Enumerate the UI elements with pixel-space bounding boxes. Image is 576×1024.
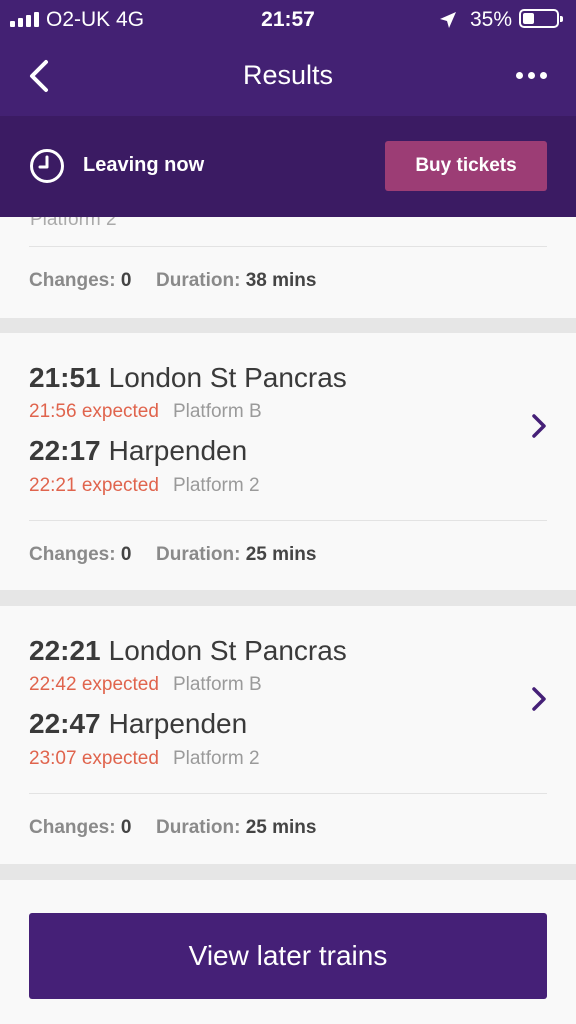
battery-percent: 35%: [470, 8, 513, 31]
arrival-expected: 22:21 expected: [29, 475, 159, 496]
journey-summary: Changes: 0 Duration: 25 mins: [29, 544, 316, 566]
partial-platform-text: Platform 2: [30, 217, 117, 230]
arrival-row: 22:47 Harpenden: [29, 708, 247, 740]
duration-label: Duration:: [156, 817, 241, 838]
arrival-status: 22:21 expected Platform 2: [29, 475, 260, 497]
departure-time: 22:21: [29, 635, 101, 666]
arrival-expected: 23:07 expected: [29, 748, 159, 769]
changes-value: 0: [120, 270, 132, 291]
status-bar: O2-UK 4G 21:57 35%: [0, 0, 576, 40]
changes-label: Changes:: [29, 270, 116, 291]
buy-tickets-button[interactable]: Buy tickets: [385, 141, 547, 191]
changes-label: Changes:: [29, 817, 116, 838]
departure-status: 21:56 expected Platform B: [29, 401, 262, 423]
arrival-station: Harpenden: [108, 435, 248, 466]
journey-card[interactable]: 22:21 London St Pancras 22:42 expected Pla…: [0, 606, 576, 864]
journey-card-partial[interactable]: Platform 2 Changes: 0 Duration: 38 mins: [0, 217, 576, 318]
arrival-time: 22:47: [29, 708, 101, 739]
departure-row: 22:21 London St Pancras: [29, 635, 347, 667]
chevron-right-icon[interactable]: [530, 686, 548, 712]
more-options-icon[interactable]: [516, 72, 547, 79]
chevron-right-icon[interactable]: [530, 413, 548, 439]
location-arrow-icon: [440, 12, 456, 28]
departure-expected: 21:56 expected: [29, 401, 159, 422]
departure-time: 21:51: [29, 362, 101, 393]
changes-value: 0: [120, 817, 132, 838]
card-divider: [29, 520, 547, 521]
departure-platform: Platform B: [172, 401, 262, 422]
departure-row: 21:51 London St Pancras: [29, 362, 347, 394]
departure-platform: Platform B: [172, 674, 262, 695]
departure-station: London St Pancras: [108, 635, 347, 666]
arrival-platform: Platform 2: [172, 748, 260, 769]
arrival-status: 23:07 expected Platform 2: [29, 748, 260, 770]
arrival-platform: Platform 2: [172, 475, 260, 496]
changes-label: Changes:: [29, 544, 116, 565]
duration-value: 25 mins: [245, 817, 317, 838]
duration-value: 38 mins: [245, 270, 317, 291]
departure-expected: 22:42 expected: [29, 674, 159, 695]
card-divider: [29, 246, 547, 247]
leaving-now-label[interactable]: Leaving now: [83, 154, 204, 177]
page-title: Results: [242, 60, 334, 90]
clock-icon[interactable]: [29, 148, 65, 184]
journey-summary: Changes: 0 Duration: 25 mins: [29, 817, 316, 839]
arrival-station: Harpenden: [108, 708, 248, 739]
duration-label: Duration:: [156, 544, 241, 565]
journey-summary: Changes: 0 Duration: 38 mins: [29, 270, 316, 292]
view-later-trains-button[interactable]: View later trains: [29, 913, 547, 999]
card-divider: [29, 793, 547, 794]
departure-status: 22:42 expected Platform B: [29, 674, 262, 696]
duration-value: 25 mins: [245, 544, 317, 565]
changes-value: 0: [120, 544, 132, 565]
journey-card[interactable]: 21:51 London St Pancras 21:56 expected Pla…: [0, 333, 576, 590]
battery-icon: [519, 9, 563, 28]
departure-station: London St Pancras: [108, 362, 347, 393]
duration-label: Duration:: [156, 270, 241, 291]
arrival-row: 22:17 Harpenden: [29, 435, 247, 467]
arrival-time: 22:17: [29, 435, 101, 466]
app-header: O2-UK 4G 21:57 35% Results: [0, 0, 576, 116]
